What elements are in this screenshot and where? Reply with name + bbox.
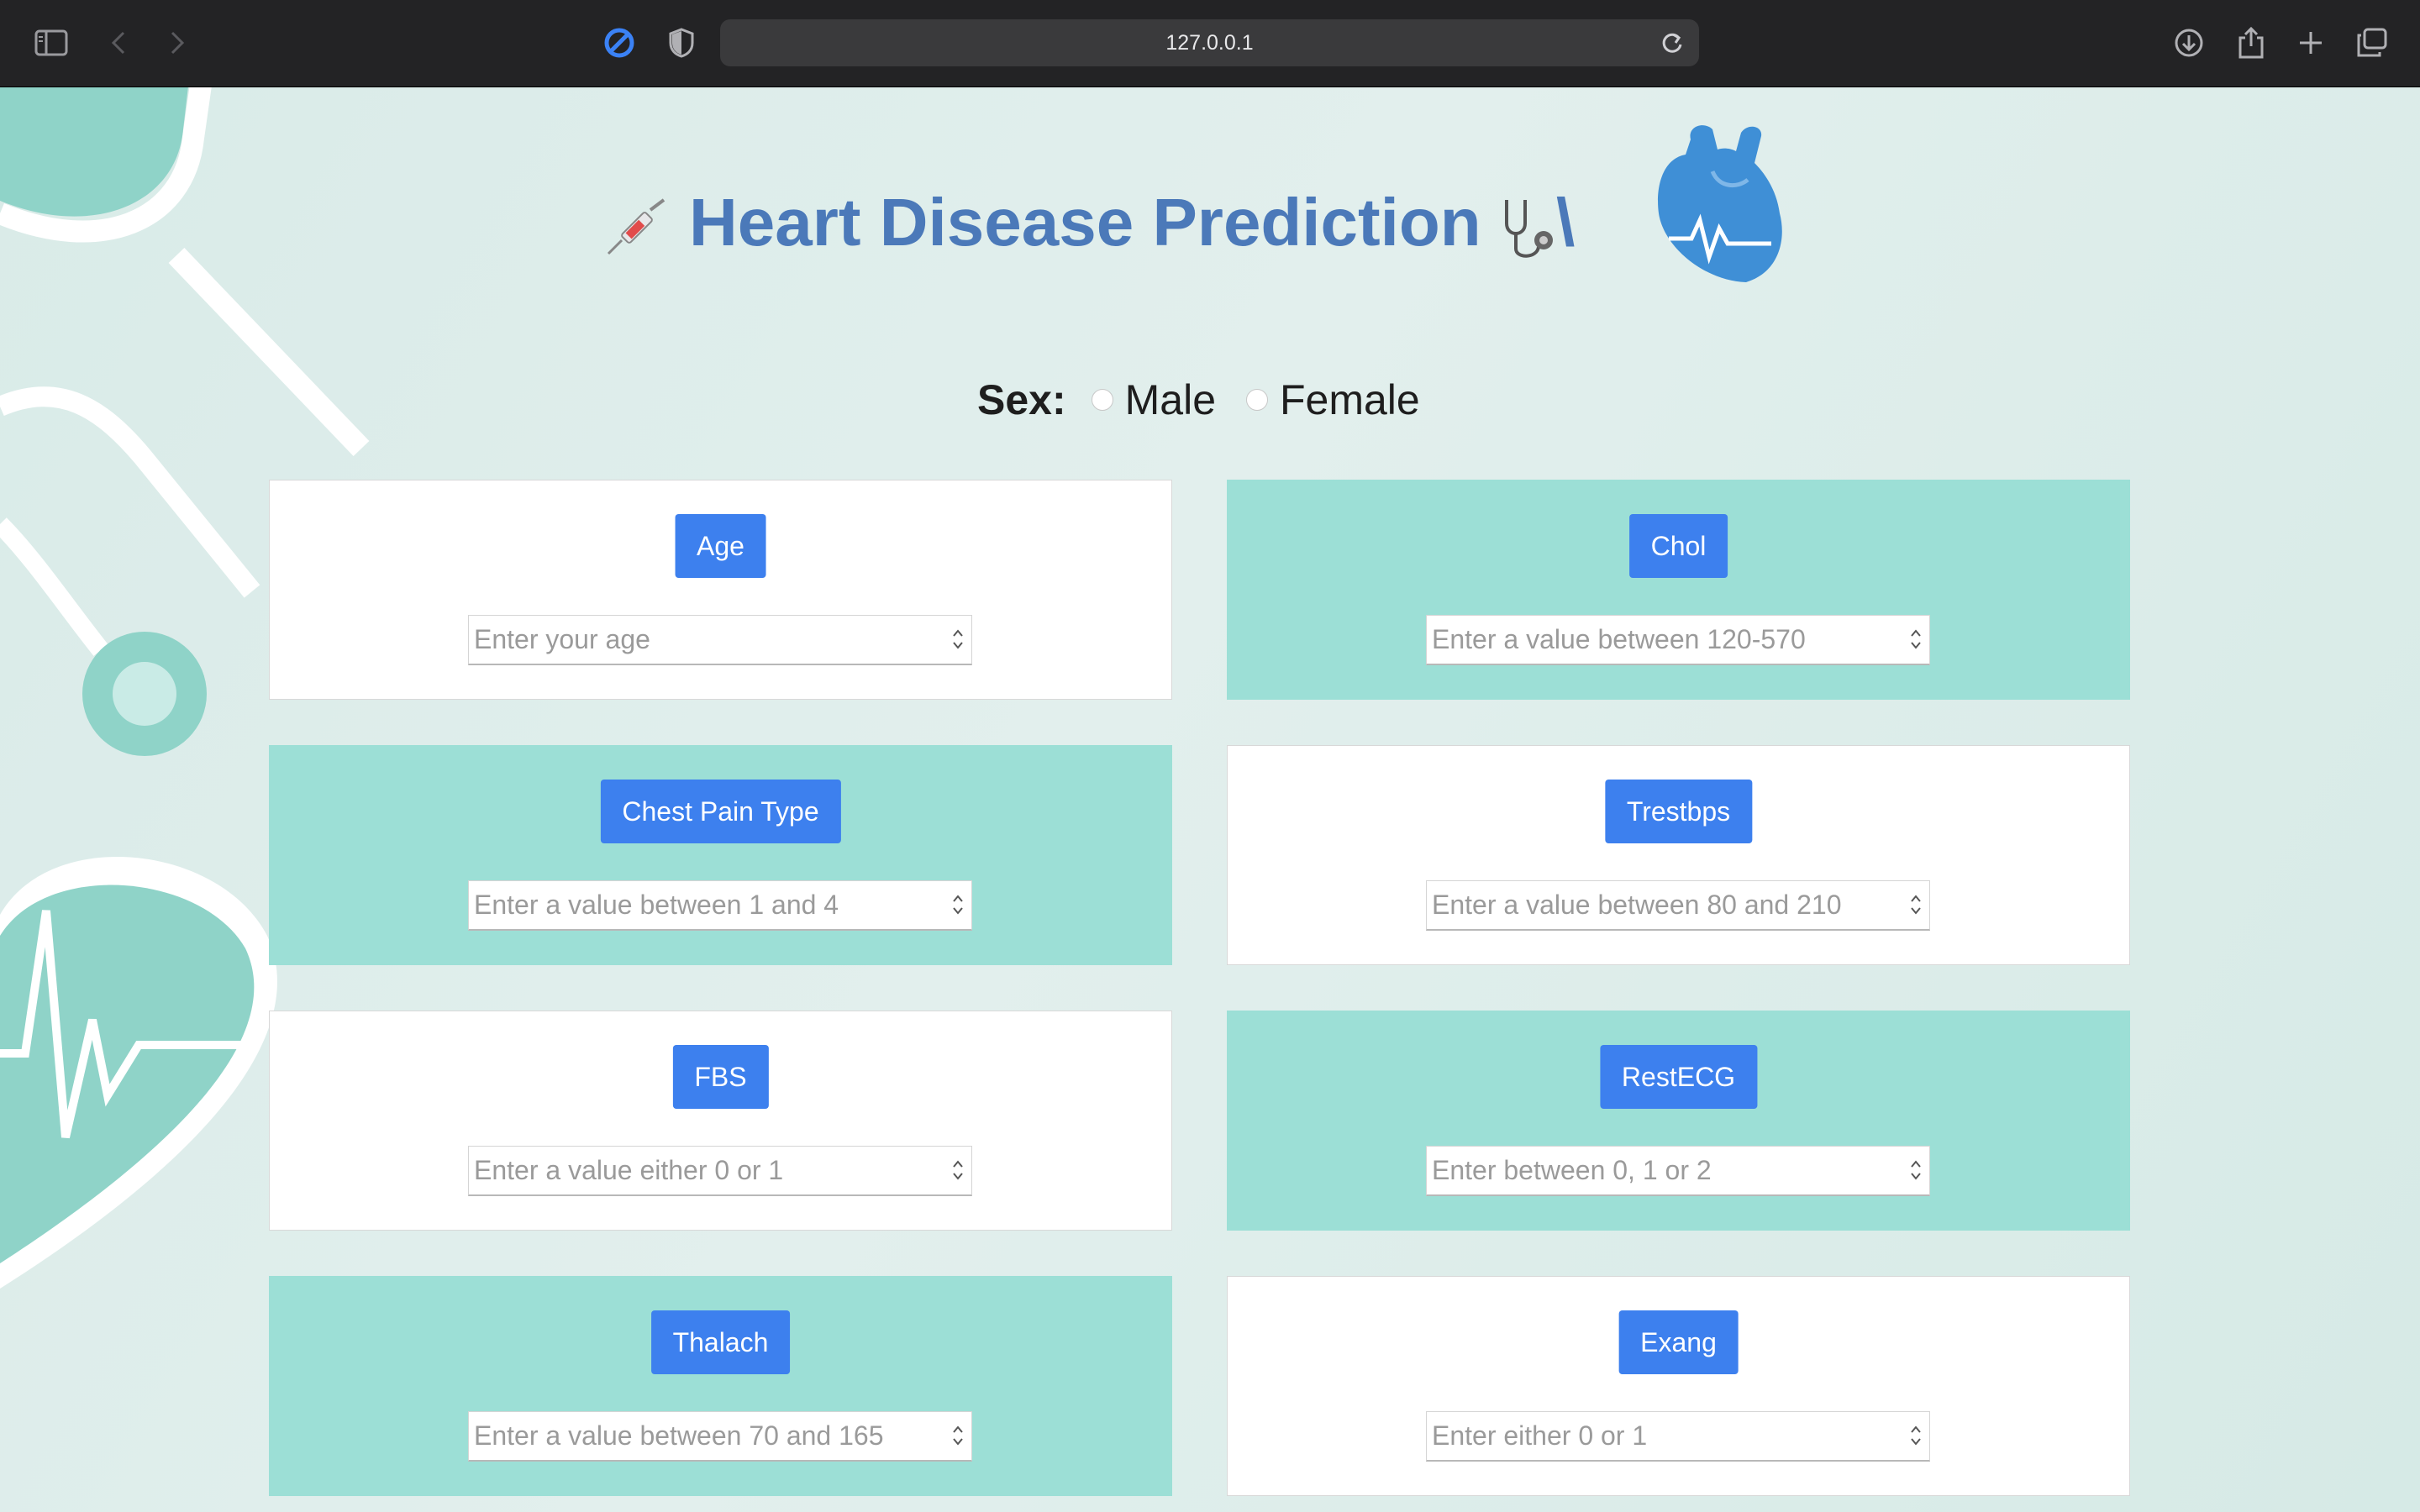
field-card-age: Age xyxy=(269,480,1172,700)
stethoscope-icon xyxy=(1500,195,1560,266)
tab-overview-icon[interactable] xyxy=(2354,25,2390,60)
field-card-thalach: Thalach xyxy=(269,1276,1172,1496)
title-trailing-mark: \ xyxy=(1556,185,1576,260)
exang-input[interactable] xyxy=(1427,1412,1891,1459)
radio-male-label[interactable]: Male xyxy=(1125,375,1216,424)
fbs-input-wrapper xyxy=(468,1146,972,1196)
page-title: Heart Disease Prediction xyxy=(689,185,1481,260)
field-card-chol: Chol xyxy=(1227,480,2130,700)
address-bar[interactable]: 127.0.0.1 xyxy=(720,19,1699,66)
thalach-input-wrapper xyxy=(468,1411,972,1462)
chol-input-wrapper xyxy=(1426,615,1930,665)
privacy-shield-icon[interactable] xyxy=(664,25,699,60)
chest-pain-type-input[interactable] xyxy=(469,881,933,928)
fbs-input[interactable] xyxy=(469,1147,933,1194)
thalach-button[interactable]: Thalach xyxy=(650,1310,791,1374)
stepper-icon[interactable] xyxy=(1909,1157,1923,1188)
stepper-icon[interactable] xyxy=(1909,626,1923,657)
stepper-icon[interactable] xyxy=(951,1157,965,1188)
chest-pain-type-input-wrapper xyxy=(468,880,972,931)
browser-toolbar: 127.0.0.1 xyxy=(0,0,2420,87)
back-icon[interactable] xyxy=(101,25,136,60)
page-content: Heart Disease Prediction \ Sex: Male Fem… xyxy=(0,87,2420,1512)
chol-button[interactable]: Chol xyxy=(1628,514,1728,578)
downloads-icon[interactable] xyxy=(2171,25,2207,60)
share-icon[interactable] xyxy=(2233,25,2269,60)
thalach-input[interactable] xyxy=(469,1412,933,1459)
trestbps-input[interactable] xyxy=(1427,881,1891,928)
sex-label: Sex: xyxy=(977,376,1066,423)
exang-input-wrapper xyxy=(1426,1411,1930,1462)
restecg-button[interactable]: RestECG xyxy=(1599,1045,1758,1109)
field-card-trestbps: Trestbps xyxy=(1227,745,2130,965)
heart-icon xyxy=(1654,121,1788,290)
trestbps-input-wrapper xyxy=(1426,880,1930,931)
syringe-icon xyxy=(603,198,671,261)
sex-selector: Sex: Male Female xyxy=(977,370,1450,429)
fbs-button[interactable]: FBS xyxy=(672,1045,769,1109)
field-card-fbs: FBS xyxy=(269,1011,1172,1231)
stepper-icon[interactable] xyxy=(951,891,965,922)
age-button[interactable]: Age xyxy=(675,514,766,578)
restecg-input[interactable] xyxy=(1427,1147,1891,1194)
field-card-chest-pain-type: Chest Pain Type xyxy=(269,745,1172,965)
stepper-icon[interactable] xyxy=(951,1422,965,1453)
chol-input[interactable] xyxy=(1427,616,1891,663)
field-card-restecg: RestECG xyxy=(1227,1011,2130,1231)
age-input[interactable] xyxy=(469,616,933,663)
stepper-icon[interactable] xyxy=(951,626,965,657)
age-input-wrapper xyxy=(468,615,972,665)
blocker-icon[interactable] xyxy=(602,25,637,60)
radio-female[interactable] xyxy=(1246,389,1268,411)
restecg-input-wrapper xyxy=(1426,1146,1930,1196)
chest-pain-type-button[interactable]: Chest Pain Type xyxy=(600,780,841,843)
reload-icon[interactable] xyxy=(1660,30,1684,60)
forward-icon[interactable] xyxy=(160,25,195,60)
radio-male[interactable] xyxy=(1091,389,1113,411)
field-card-exang: Exang xyxy=(1227,1276,2130,1496)
sidebar-toggle-icon[interactable] xyxy=(34,25,69,60)
header: Heart Disease Prediction \ xyxy=(588,121,1849,282)
exang-button[interactable]: Exang xyxy=(1618,1310,1739,1374)
trestbps-button[interactable]: Trestbps xyxy=(1604,780,1753,843)
radio-female-label[interactable]: Female xyxy=(1280,375,1420,424)
new-tab-icon[interactable] xyxy=(2293,25,2328,60)
url-text: 127.0.0.1 xyxy=(1165,30,1254,55)
stepper-icon[interactable] xyxy=(1909,1422,1923,1453)
stepper-icon[interactable] xyxy=(1909,891,1923,922)
